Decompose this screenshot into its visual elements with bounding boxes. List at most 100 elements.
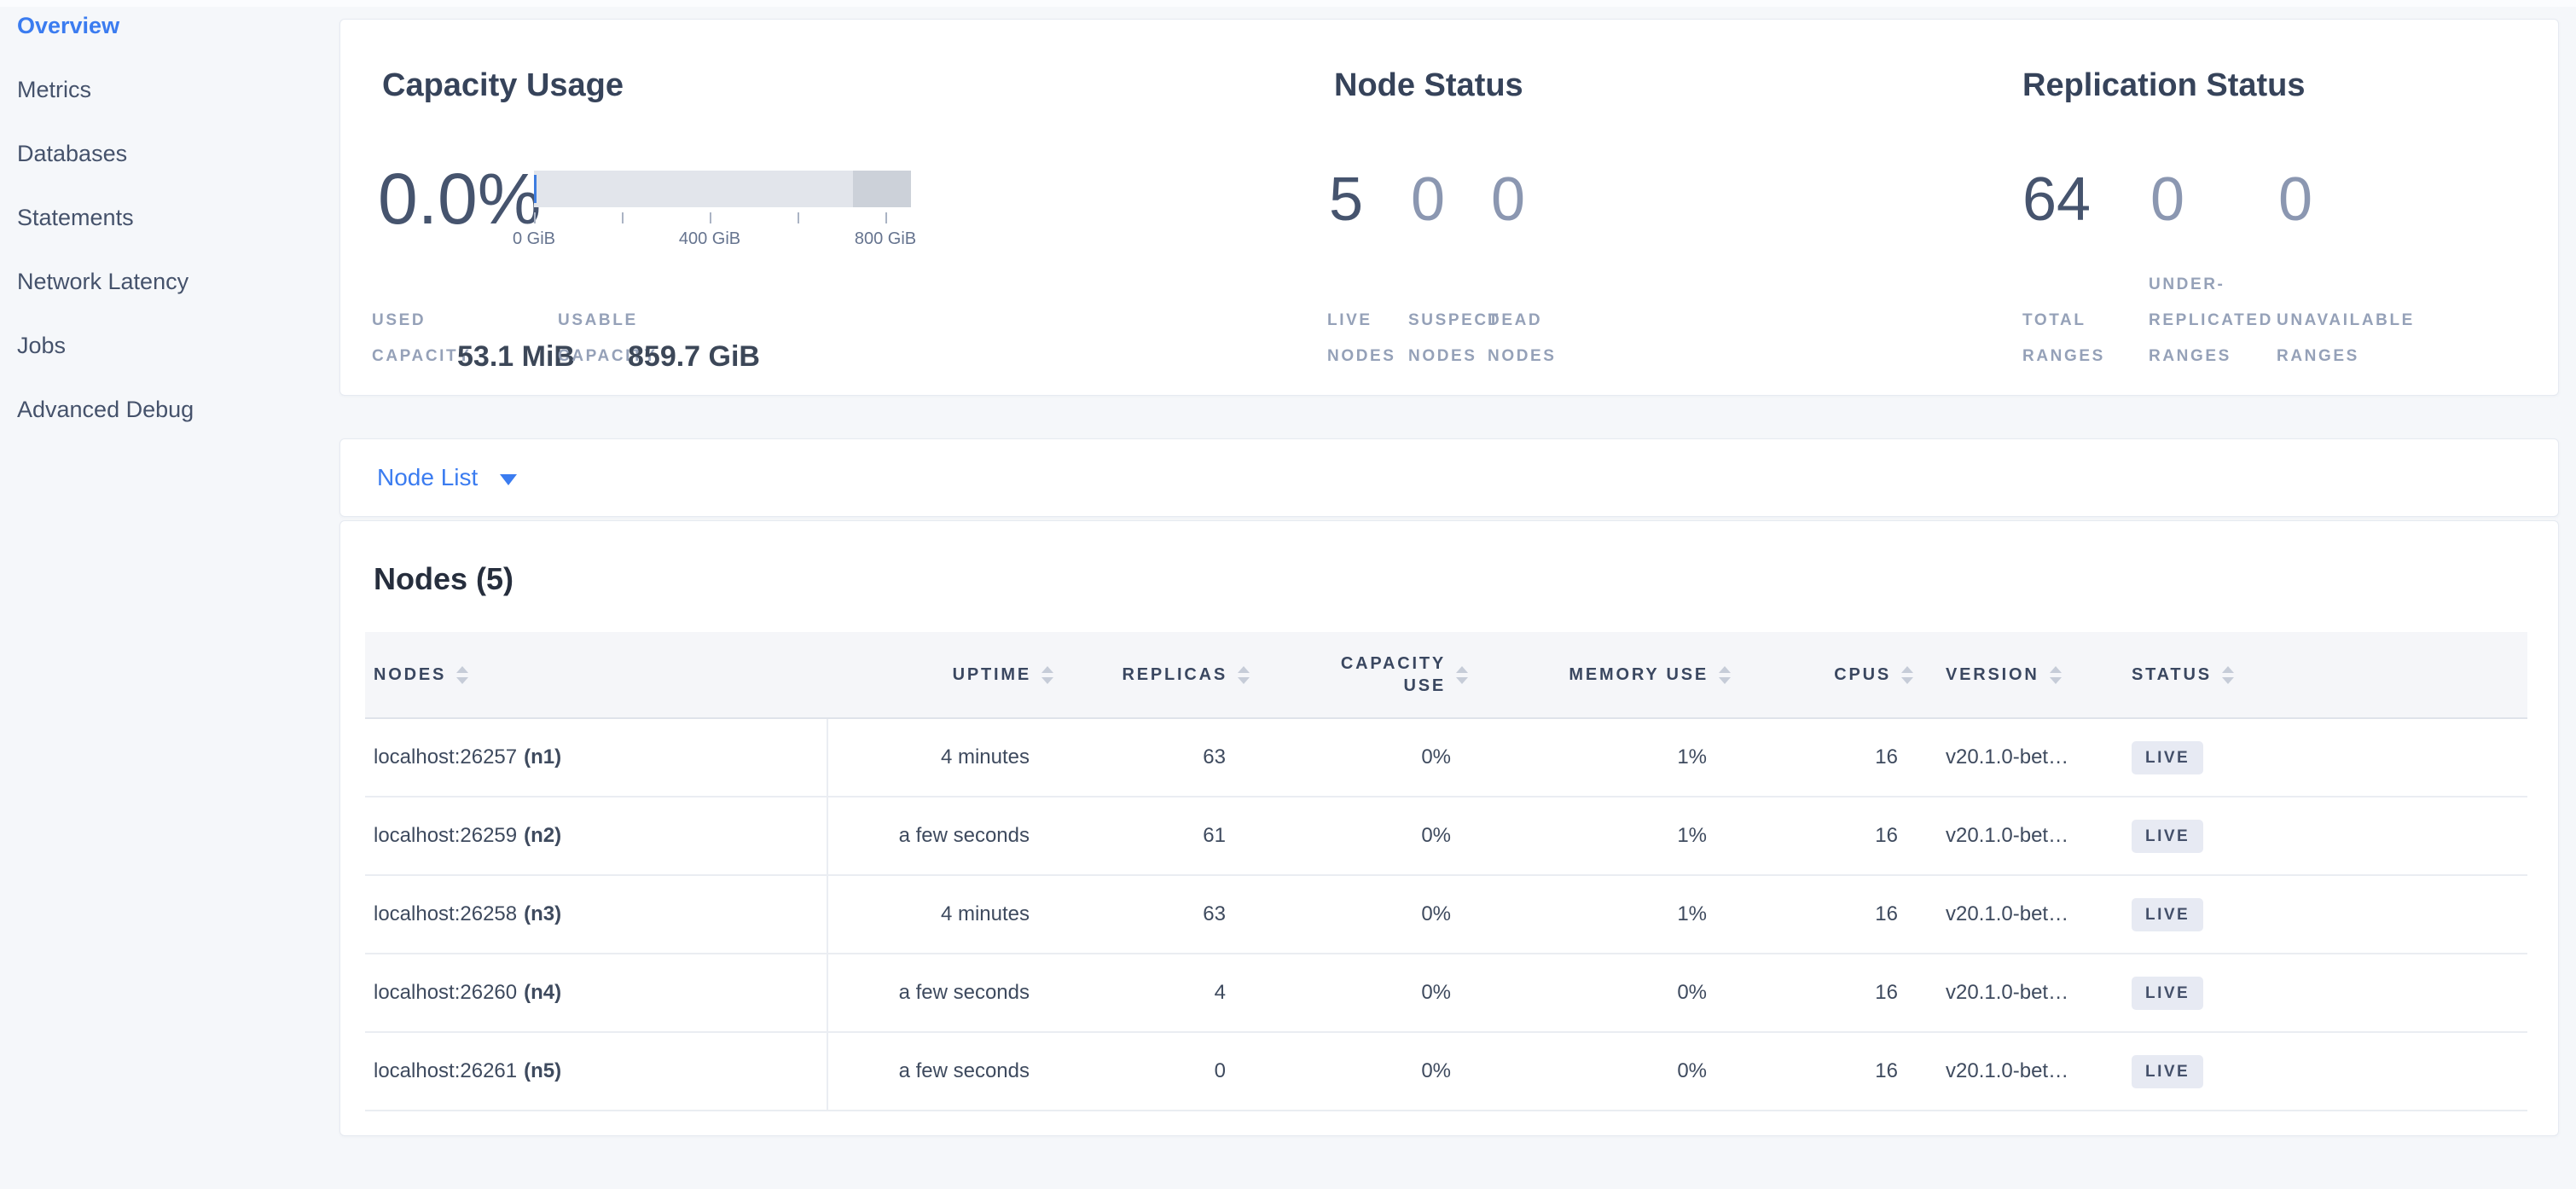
dead-nodes-count: 0 (1491, 169, 1525, 230)
capacity-use-cell: 0% (1263, 719, 1468, 796)
status-badge: LIVE (2132, 741, 2203, 774)
sort-icon[interactable] (1901, 666, 1913, 684)
unavailable-ranges-label: UNAVAILABLE RANGES (2277, 303, 2415, 374)
sort-icon[interactable] (2222, 666, 2234, 684)
sort-icon[interactable] (1456, 666, 1468, 684)
column-header-uptime[interactable]: UPTIME (828, 632, 1067, 717)
cpus-cell: 16 (1741, 719, 1920, 796)
status-cell: LIVE (2108, 798, 2527, 874)
axis-label-800gib: 800 GiB (855, 229, 916, 249)
unavailable-ranges-count: 0 (2278, 169, 2312, 230)
memory-use-cell: 1% (1468, 876, 1741, 953)
sidebar-item-network-latency[interactable]: Network Latency (17, 267, 324, 301)
overview-page: Overview Metrics Databases Statements Ne… (0, 0, 2576, 1189)
top-strip (0, 0, 2576, 7)
sort-icon[interactable] (2050, 666, 2062, 684)
view-selector-card: Node List (339, 438, 2559, 517)
axis-tick (622, 212, 624, 223)
table-row-node-5[interactable]: localhost:26261(n5) a few seconds 0 0% 0… (365, 1033, 2527, 1111)
version-cell: v20.1.0-bet… (1920, 719, 2108, 796)
status-badge: LIVE (2132, 977, 2203, 1010)
column-header-status[interactable]: STATUS (2108, 632, 2527, 717)
table-row-node-4[interactable]: localhost:26260(n4) a few seconds 4 0% 0… (365, 954, 2527, 1033)
nodes-table-card: Nodes (5) NODES UPTIME REPLICAS CAPACI (339, 520, 2559, 1136)
version-cell: v20.1.0-bet… (1920, 954, 2108, 1031)
sidebar-item-databases[interactable]: Databases (17, 139, 324, 173)
replicas-cell: 0 (1067, 1033, 1263, 1110)
column-header-capacity-use[interactable]: CAPACITY USE (1263, 632, 1468, 717)
cpus-cell: 16 (1741, 954, 1920, 1031)
axis-tick (534, 212, 536, 223)
replicas-cell: 63 (1067, 876, 1263, 953)
total-ranges-count: 64 (2022, 169, 2091, 230)
table-row-node-3[interactable]: localhost:26258(n3) 4 minutes 63 0% 1% 1… (365, 876, 2527, 954)
sort-icon[interactable] (1719, 666, 1731, 684)
memory-use-cell: 0% (1468, 954, 1741, 1031)
axis-label-400gib: 400 GiB (679, 229, 740, 249)
suspect-nodes-count: 0 (1411, 169, 1445, 230)
nodes-section-title: Nodes (5) (374, 560, 513, 598)
replicas-cell: 61 (1067, 798, 1263, 874)
sidebar-item-advanced-debug[interactable]: Advanced Debug (17, 395, 324, 429)
version-cell: v20.1.0-bet… (1920, 798, 2108, 874)
axis-tick (798, 212, 799, 223)
sidebar-item-metrics[interactable]: Metrics (17, 75, 324, 109)
sidebar-item-statements[interactable]: Statements (17, 203, 324, 237)
node-address-cell[interactable]: localhost:26259(n2) (365, 798, 828, 874)
table-row-node-1[interactable]: localhost:26257(n1) 4 minutes 63 0% 1% 1… (365, 719, 2527, 798)
capacity-bar-used-tick (534, 175, 537, 203)
column-header-nodes[interactable]: NODES (365, 632, 828, 717)
uptime-cell: a few seconds (828, 1033, 1067, 1110)
usable-capacity-value: 859.7 GiB (628, 339, 760, 374)
sort-icon[interactable] (1238, 666, 1250, 684)
cluster-summary-card: Capacity Usage 0.0% 0 GiB 400 GiB 800 Gi… (339, 19, 2559, 396)
chevron-down-icon (500, 474, 517, 485)
node-status-title: Node Status (1334, 67, 1523, 104)
version-cell: v20.1.0-bet… (1920, 1033, 2108, 1110)
capacity-usage-title: Capacity Usage (382, 67, 624, 104)
node-list-dropdown[interactable]: Node List (377, 439, 517, 516)
sidebar-item-jobs[interactable]: Jobs (17, 331, 324, 365)
replicas-cell: 4 (1067, 954, 1263, 1031)
table-header-row: NODES UPTIME REPLICAS CAPACITY USE (365, 632, 2527, 719)
uptime-cell: a few seconds (828, 798, 1067, 874)
status-badge: LIVE (2132, 820, 2203, 853)
node-address-cell[interactable]: localhost:26260(n4) (365, 954, 828, 1031)
column-header-memory-use[interactable]: MEMORY USE (1468, 632, 1741, 717)
cpus-cell: 16 (1741, 1033, 1920, 1110)
node-address-cell[interactable]: localhost:26257(n1) (365, 719, 828, 796)
sidebar-item-overview[interactable]: Overview (17, 11, 324, 45)
node-address-cell[interactable]: localhost:26261(n5) (365, 1033, 828, 1110)
capacity-use-cell: 0% (1263, 1033, 1468, 1110)
node-address-cell[interactable]: localhost:26258(n3) (365, 876, 828, 953)
axis-tick (885, 212, 887, 223)
capacity-use-cell: 0% (1263, 876, 1468, 953)
replication-status-title: Replication Status (2022, 67, 2306, 104)
status-cell: LIVE (2108, 719, 2527, 796)
column-header-replicas[interactable]: REPLICAS (1067, 632, 1263, 717)
capacity-used-percent: 0.0% (378, 163, 541, 235)
status-badge: LIVE (2132, 898, 2203, 931)
node-list-dropdown-label: Node List (377, 464, 478, 491)
under-replicated-ranges-count: 0 (2150, 169, 2184, 230)
column-header-cpus[interactable]: CPUS (1741, 632, 1920, 717)
table-row-node-2[interactable]: localhost:26259(n2) a few seconds 61 0% … (365, 798, 2527, 876)
under-replicated-ranges-label: UNDER- REPLICATED RANGES (2149, 267, 2273, 374)
column-header-version[interactable]: VERSION (1920, 632, 2108, 717)
axis-tick (710, 212, 711, 223)
status-cell: LIVE (2108, 876, 2527, 953)
sort-icon[interactable] (1041, 666, 1053, 684)
replicas-cell: 63 (1067, 719, 1263, 796)
version-cell: v20.1.0-bet… (1920, 876, 2108, 953)
sort-icon[interactable] (456, 666, 468, 684)
nodes-table: NODES UPTIME REPLICAS CAPACITY USE (365, 632, 2527, 1111)
status-cell: LIVE (2108, 1033, 2527, 1110)
live-nodes-label: LIVE NODES (1327, 303, 1396, 374)
status-cell: LIVE (2108, 954, 2527, 1031)
total-ranges-label: TOTAL RANGES (2022, 303, 2105, 374)
cpus-cell: 16 (1741, 876, 1920, 953)
cpus-cell: 16 (1741, 798, 1920, 874)
memory-use-cell: 1% (1468, 719, 1741, 796)
capacity-use-cell: 0% (1263, 954, 1468, 1031)
dead-nodes-label: DEAD NODES (1488, 303, 1557, 374)
